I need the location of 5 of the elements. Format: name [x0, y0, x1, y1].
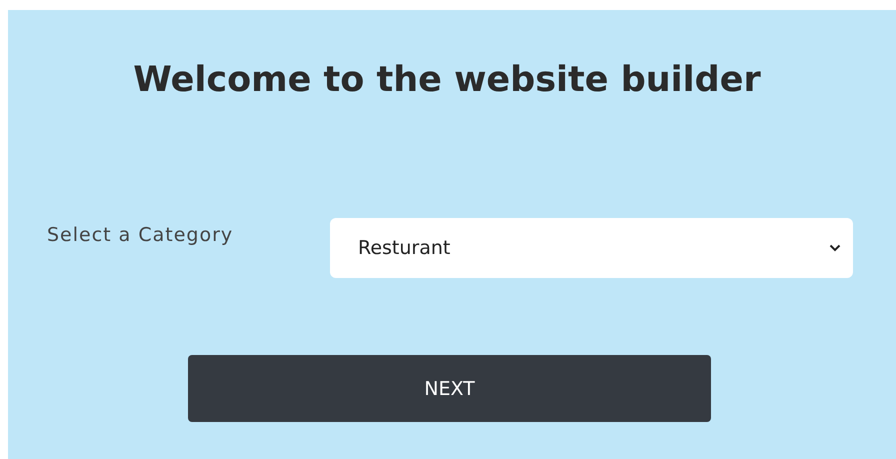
page-title: Welcome to the website builder	[132, 60, 762, 100]
chevron-down-icon	[829, 244, 841, 252]
category-select[interactable]: Resturant	[330, 218, 853, 278]
category-label: Select a Category	[47, 223, 234, 246]
next-button[interactable]: NEXT	[188, 355, 711, 422]
